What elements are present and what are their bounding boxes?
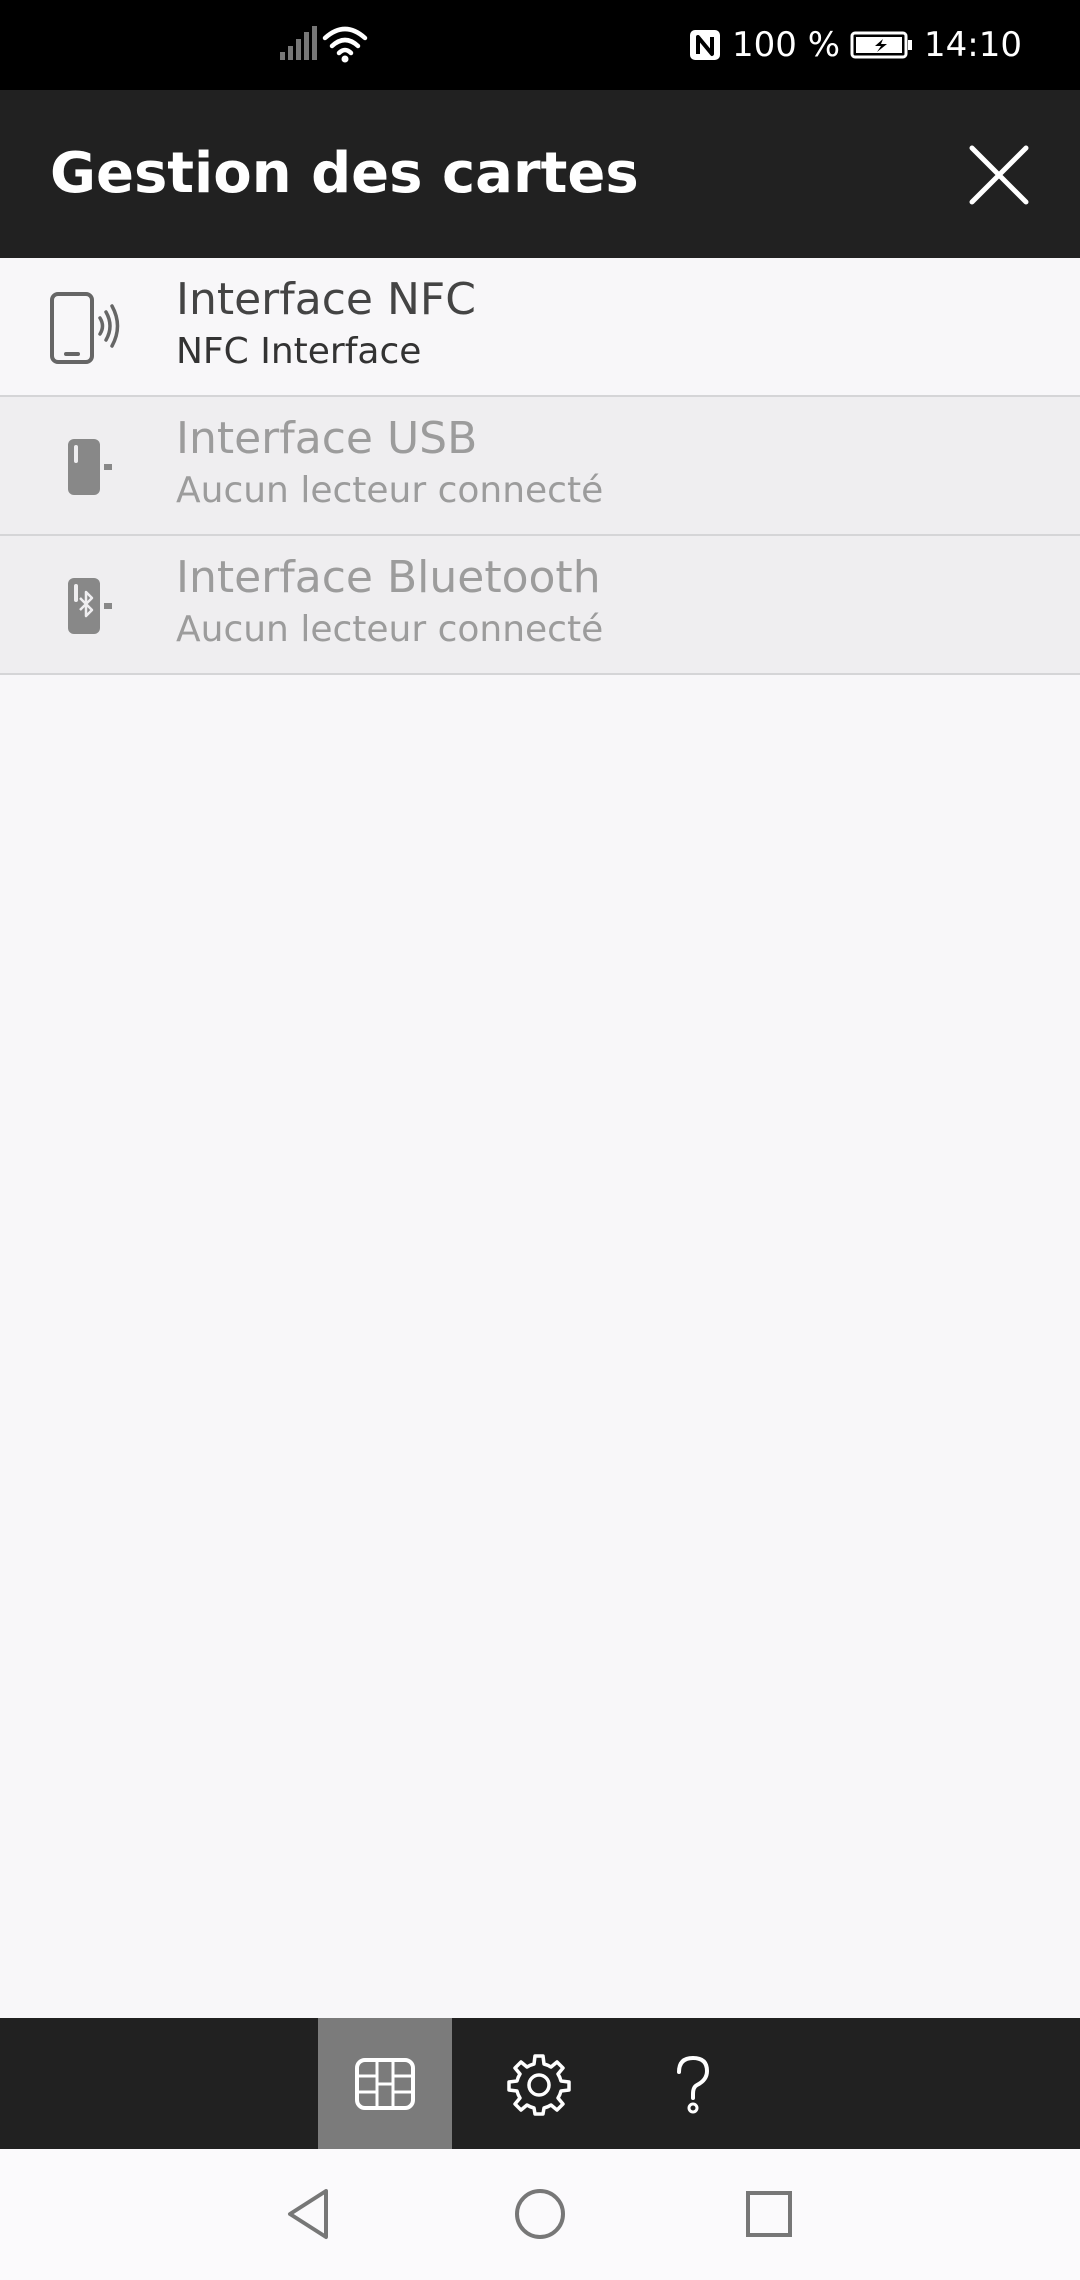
recents-icon[interactable] bbox=[738, 2183, 800, 2245]
tab-cards[interactable] bbox=[318, 2018, 452, 2149]
question-icon bbox=[677, 2055, 710, 2113]
list-item-usb[interactable]: Interface USB Aucun lecteur connecté bbox=[0, 397, 1080, 536]
list-item-title: Interface Bluetooth bbox=[176, 552, 601, 603]
list-item-bluetooth[interactable]: Interface Bluetooth Aucun lecteur connec… bbox=[0, 536, 1080, 675]
battery-icon bbox=[850, 31, 913, 59]
wifi-icon bbox=[322, 26, 368, 63]
list-item-subtitle: Aucun lecteur connecté bbox=[176, 470, 604, 511]
list-item-title: Interface NFC bbox=[176, 274, 476, 325]
list-item-subtitle: Aucun lecteur connecté bbox=[176, 609, 604, 650]
page-title: Gestion des cartes bbox=[50, 141, 639, 206]
clock: 14:10 bbox=[924, 25, 1022, 65]
list-item-subtitle: NFC Interface bbox=[176, 331, 422, 372]
nfc-phone-icon bbox=[50, 292, 120, 364]
app-bar: Gestion des cartes bbox=[0, 90, 1080, 258]
bottom-nav bbox=[0, 2018, 1080, 2149]
interface-list: Interface NFC NFC Interface Interface US… bbox=[0, 258, 1080, 675]
back-icon[interactable] bbox=[278, 2183, 340, 2245]
signal-icon bbox=[280, 26, 317, 60]
usb-reader-icon bbox=[68, 439, 112, 495]
list-item-nfc[interactable]: Interface NFC NFC Interface bbox=[0, 258, 1080, 397]
tab-settings[interactable] bbox=[472, 2018, 606, 2149]
gear-icon bbox=[507, 2053, 571, 2116]
battery-percent: 100 % bbox=[732, 25, 841, 65]
list-item-title: Interface USB bbox=[176, 413, 478, 464]
card-icon bbox=[355, 2057, 415, 2110]
system-nav-bar bbox=[0, 2149, 1080, 2280]
status-bar: 100 % 14:10 bbox=[0, 0, 1080, 90]
tab-help[interactable] bbox=[626, 2018, 760, 2149]
bluetooth-reader-icon bbox=[68, 578, 112, 634]
home-icon[interactable] bbox=[509, 2183, 571, 2245]
close-icon[interactable] bbox=[968, 144, 1030, 206]
nfc-status-icon bbox=[690, 30, 720, 60]
